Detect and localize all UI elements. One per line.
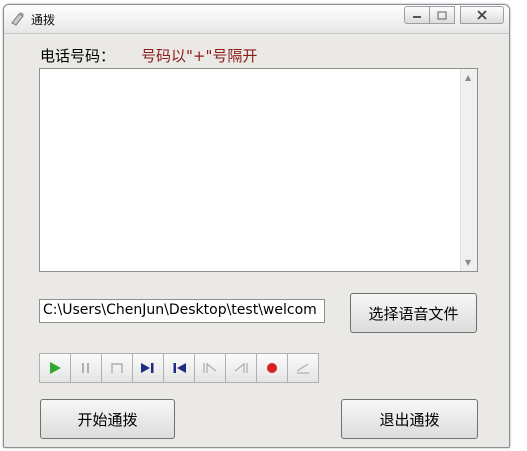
window-title: 通拨 xyxy=(31,13,56,27)
skip-back-button[interactable] xyxy=(163,353,195,383)
step-back-button[interactable] xyxy=(225,353,257,383)
skip-back-icon xyxy=(173,363,186,373)
skip-forward-button[interactable] xyxy=(132,353,164,383)
scroll-down-icon[interactable]: ▼ xyxy=(465,258,471,267)
maximize-button[interactable] xyxy=(429,6,455,24)
stop-icon xyxy=(111,363,123,373)
phone-numbers-textarea[interactable]: ▲ ▼ xyxy=(39,68,478,272)
record-button[interactable] xyxy=(256,353,288,383)
phone-number-label: 电话号码： xyxy=(40,47,116,65)
eject-icon xyxy=(296,363,309,374)
exit-dialing-button[interactable]: 退出通拨 xyxy=(341,399,478,439)
pause-icon xyxy=(82,363,89,373)
audio-file-path-input[interactable]: C:\Users\ChenJun\Desktop\test\welcom xyxy=(39,299,325,323)
start-dialing-button[interactable]: 开始通拨 xyxy=(40,399,175,439)
media-control-bar xyxy=(39,353,327,383)
scroll-up-icon[interactable]: ▲ xyxy=(465,73,471,82)
close-button[interactable] xyxy=(460,6,504,24)
eject-button[interactable] xyxy=(287,353,319,383)
close-icon xyxy=(477,10,487,20)
app-icon xyxy=(11,12,24,26)
pause-button[interactable] xyxy=(70,353,102,383)
play-icon xyxy=(50,362,61,374)
maximize-icon xyxy=(437,10,447,20)
record-icon xyxy=(267,363,277,373)
select-audio-file-button[interactable]: 选择语音文件 xyxy=(350,293,477,333)
play-button[interactable] xyxy=(39,353,71,383)
phone-number-hint: 号码以"+"号隔开 xyxy=(141,47,258,65)
vertical-scrollbar[interactable]: ▲ ▼ xyxy=(460,69,477,271)
minimize-icon xyxy=(413,16,421,18)
step-forward-icon xyxy=(203,363,217,373)
dialer-window: 通拨 电话号码： 号码以"+"号隔开 ▲ ▼ C:\Users\ChenJun\… xyxy=(3,4,510,448)
stop-button[interactable] xyxy=(101,353,133,383)
title-bar[interactable]: 通拨 xyxy=(4,5,509,34)
step-back-icon xyxy=(234,363,248,373)
step-forward-button[interactable] xyxy=(194,353,226,383)
skip-forward-icon xyxy=(141,363,154,373)
minimize-button[interactable] xyxy=(404,6,430,24)
